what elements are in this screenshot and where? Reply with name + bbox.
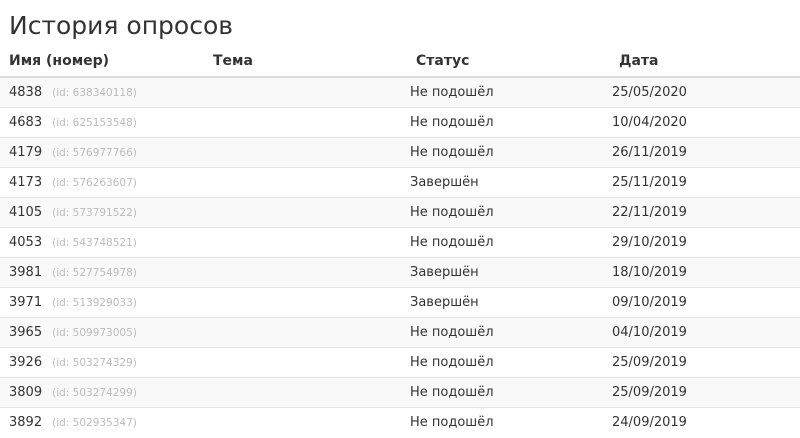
survey-number: 3965 <box>9 325 43 340</box>
survey-history-table: Имя (номер) Тема Статус Дата 4838 (id: 63… <box>0 46 800 437</box>
survey-history-page: История опросов Имя (номер) Тема Статус … <box>0 0 800 438</box>
survey-id: (id: 503274299) <box>52 387 137 399</box>
cell-topic <box>205 407 401 437</box>
cell-name: 3809 (id: 503274299) <box>0 377 205 408</box>
survey-number: 3981 <box>9 265 43 280</box>
table-row[interactable]: 3809 (id: 503274299) Не подошёл 25/09/2019 <box>0 377 800 408</box>
table-row[interactable]: 3892 (id: 502935347) Не подошёл 24/09/2019 <box>0 407 800 437</box>
cell-status: Завершён <box>401 287 603 318</box>
cell-status: Не подошёл <box>401 347 603 378</box>
page-title: История опросов <box>9 11 233 40</box>
survey-id: (id: 543748521) <box>52 237 137 249</box>
survey-number: 4053 <box>9 235 43 250</box>
cell-date: 22/11/2019 <box>603 197 800 228</box>
column-header-date: Дата <box>603 46 800 78</box>
cell-status: Завершён <box>401 257 603 288</box>
cell-status: Не подошёл <box>401 377 603 408</box>
header-row: Имя (номер) Тема Статус Дата <box>0 46 800 78</box>
cell-topic <box>205 287 401 318</box>
cell-topic <box>205 76 401 108</box>
survey-id: (id: 573791522) <box>52 207 137 219</box>
table-row[interactable]: 3926 (id: 503274329) Не подошёл 25/09/2019 <box>0 347 800 378</box>
table-row[interactable]: 4105 (id: 573791522) Не подошёл 22/11/2019 <box>0 197 800 228</box>
survey-id: (id: 509973005) <box>52 327 137 339</box>
cell-topic <box>205 107 401 138</box>
table-row[interactable]: 4838 (id: 638340118) Не подошёл 25/05/2020 <box>0 76 800 108</box>
survey-number: 3809 <box>9 385 43 400</box>
cell-name: 4105 (id: 573791522) <box>0 197 205 228</box>
cell-topic <box>205 227 401 258</box>
cell-status: Не подошёл <box>401 407 603 437</box>
survey-id: (id: 576263607) <box>52 177 137 189</box>
cell-status: Не подошёл <box>401 137 603 168</box>
survey-id: (id: 513929033) <box>52 297 137 309</box>
cell-date: 04/10/2019 <box>603 317 800 348</box>
survey-number: 4173 <box>9 175 43 190</box>
cell-status: Не подошёл <box>401 227 603 258</box>
survey-id: (id: 503274329) <box>52 357 137 369</box>
cell-topic <box>205 167 401 198</box>
column-header-name: Имя (номер) <box>0 46 205 78</box>
cell-name: 3965 (id: 509973005) <box>0 317 205 348</box>
column-header-status: Статус <box>401 46 603 78</box>
survey-number: 3971 <box>9 295 43 310</box>
survey-id: (id: 527754978) <box>52 267 137 279</box>
survey-id: (id: 576977766) <box>52 147 137 159</box>
cell-status: Не подошёл <box>401 197 603 228</box>
table-row[interactable]: 4173 (id: 576263607) Завершён 25/11/2019 <box>0 167 800 198</box>
survey-id: (id: 638340118) <box>52 87 137 99</box>
cell-date: 25/09/2019 <box>603 377 800 408</box>
survey-id: (id: 625153548) <box>52 117 137 129</box>
survey-number: 4683 <box>9 115 43 130</box>
cell-status: Не подошёл <box>401 76 603 108</box>
cell-date: 18/10/2019 <box>603 257 800 288</box>
cell-name: 4053 (id: 543748521) <box>0 227 205 258</box>
table-row[interactable]: 3965 (id: 509973005) Не подошёл 04/10/2019 <box>0 317 800 348</box>
cell-name: 3926 (id: 503274329) <box>0 347 205 378</box>
survey-number: 4105 <box>9 205 43 220</box>
cell-topic <box>205 317 401 348</box>
table-body: 4838 (id: 638340118) Не подошёл 25/05/2020 4… <box>0 76 800 437</box>
cell-status: Не подошёл <box>401 317 603 348</box>
column-header-topic: Тема <box>205 46 401 78</box>
cell-name: 4838 (id: 638340118) <box>0 76 205 108</box>
cell-date: 25/11/2019 <box>603 167 800 198</box>
survey-number: 3926 <box>9 355 43 370</box>
table-row[interactable]: 4683 (id: 625153548) Не подошёл 10/04/2020 <box>0 107 800 138</box>
cell-name: 4179 (id: 576977766) <box>0 137 205 168</box>
cell-date: 09/10/2019 <box>603 287 800 318</box>
cell-date: 25/05/2020 <box>603 76 800 108</box>
cell-name: 3971 (id: 513929033) <box>0 287 205 318</box>
cell-name: 3981 (id: 527754978) <box>0 257 205 288</box>
survey-number: 4838 <box>9 85 43 100</box>
table-header: Имя (номер) Тема Статус Дата <box>0 46 800 78</box>
survey-id: (id: 502935347) <box>52 417 137 429</box>
table-row[interactable]: 4179 (id: 576977766) Не подошёл 26/11/2019 <box>0 137 800 168</box>
cell-date: 29/10/2019 <box>603 227 800 258</box>
survey-number: 4179 <box>9 145 43 160</box>
cell-name: 4173 (id: 576263607) <box>0 167 205 198</box>
cell-topic <box>205 197 401 228</box>
cell-date: 26/11/2019 <box>603 137 800 168</box>
cell-status: Не подошёл <box>401 107 603 138</box>
cell-date: 24/09/2019 <box>603 407 800 437</box>
table-row[interactable]: 3971 (id: 513929033) Завершён 09/10/2019 <box>0 287 800 318</box>
cell-status: Завершён <box>401 167 603 198</box>
cell-topic <box>205 377 401 408</box>
cell-name: 4683 (id: 625153548) <box>0 107 205 138</box>
cell-topic <box>205 137 401 168</box>
table-row[interactable]: 3981 (id: 527754978) Завершён 18/10/2019 <box>0 257 800 288</box>
cell-topic <box>205 257 401 288</box>
cell-date: 25/09/2019 <box>603 347 800 378</box>
cell-date: 10/04/2020 <box>603 107 800 138</box>
survey-number: 3892 <box>9 415 43 430</box>
cell-name: 3892 (id: 502935347) <box>0 407 205 437</box>
cell-topic <box>205 347 401 378</box>
table-row[interactable]: 4053 (id: 543748521) Не подошёл 29/10/2019 <box>0 227 800 258</box>
